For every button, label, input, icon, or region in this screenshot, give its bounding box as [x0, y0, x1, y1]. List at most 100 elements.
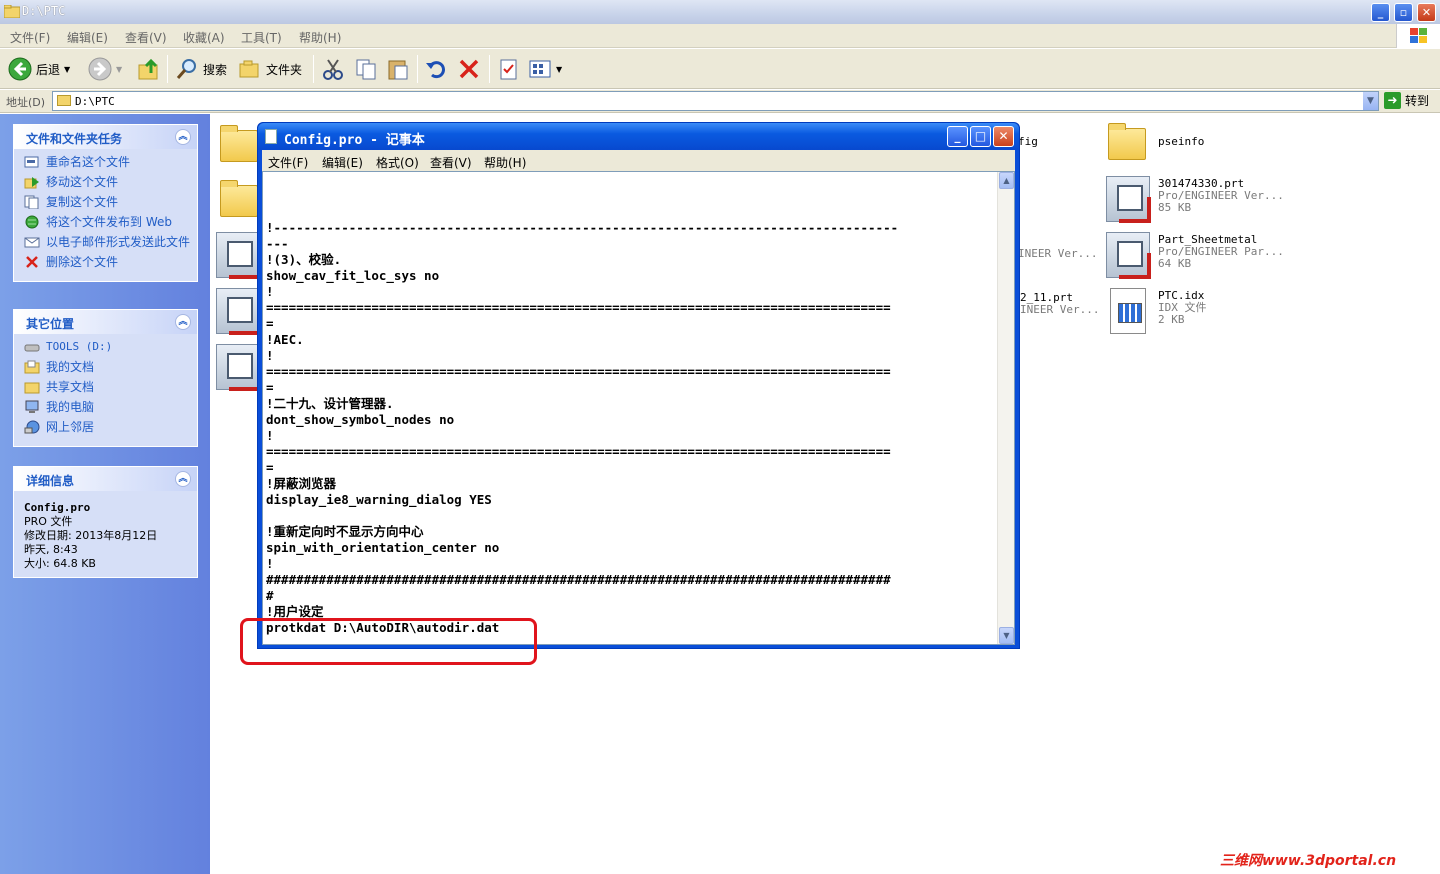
proe-part-icon — [214, 286, 262, 335]
delete-button[interactable] — [457, 55, 481, 83]
notepad-content: !---------------------------------------… — [266, 172, 996, 636]
place-network[interactable]: 网上邻居 — [24, 420, 197, 434]
place-my-documents[interactable]: 我的文档 — [24, 360, 197, 374]
file-item-part-sheetmetal[interactable]: Part_Sheetmetal Pro/ENGINEER Par... 64 KB — [1104, 230, 1284, 279]
copy-icon — [354, 57, 378, 81]
menu-file[interactable]: 文件(F) — [10, 29, 50, 46]
file-item-pseinfo[interactable]: pseinfo — [1104, 120, 1204, 168]
other-places-header[interactable]: 其它位置 ︽ — [14, 310, 197, 334]
properties-button[interactable] — [497, 55, 521, 83]
file-item[interactable] — [214, 286, 262, 335]
place-shared-documents[interactable]: 共享文档 — [24, 380, 197, 394]
scissors-icon — [321, 57, 345, 81]
menu-tools[interactable]: 工具(T) — [241, 29, 282, 46]
menu-favorites[interactable]: 收藏(A) — [183, 29, 225, 46]
go-button[interactable]: ➜ 转到 — [1384, 92, 1429, 109]
notepad-title-bar[interactable]: Config.pro - 记事本 _ □ ✕ — [258, 123, 1019, 150]
forward-button[interactable]: ▼ — [88, 55, 122, 83]
text-line: ########################################… — [266, 572, 891, 587]
notepad-close-button[interactable]: ✕ — [993, 126, 1014, 147]
chevron-down-icon[interactable]: ▼ — [1362, 92, 1378, 110]
file-item-partial[interactable]: 2_11.prt INEER Ver... — [1020, 288, 1099, 316]
close-button[interactable]: ✕ — [1417, 3, 1436, 22]
copy-button[interactable] — [354, 55, 378, 83]
menu-edit[interactable]: 编辑(E) — [67, 29, 108, 46]
scroll-up-arrow-icon[interactable]: ▲ — [999, 172, 1014, 189]
notepad-text-area[interactable]: !---------------------------------------… — [262, 171, 1015, 645]
collapse-icon[interactable]: ︽ — [175, 129, 191, 145]
task-label: 重命名这个文件 — [46, 155, 131, 169]
file-item-partial[interactable]: fig — [1018, 132, 1038, 148]
notepad-menu-help[interactable]: 帮助(H) — [484, 154, 526, 171]
minimize-button[interactable]: _ — [1371, 3, 1390, 22]
text-line: show_cav_fit_loc_sys no — [266, 268, 440, 283]
chevron-down-icon[interactable]: ▼ — [64, 65, 70, 74]
file-size: 85 KB — [1158, 201, 1192, 214]
address-value: D:\PTC — [75, 95, 115, 108]
task-email[interactable]: 以电子邮件形式发送此文件 — [24, 235, 197, 249]
collapse-icon[interactable]: ︽ — [175, 471, 191, 487]
folders-icon — [238, 57, 262, 81]
search-button[interactable]: 搜索 — [175, 55, 227, 83]
file-item[interactable] — [214, 230, 262, 279]
menu-help[interactable]: 帮助(H) — [299, 29, 341, 46]
task-copy[interactable]: 复制这个文件 — [24, 195, 197, 209]
other-places-title: 其它位置 — [26, 317, 75, 331]
notepad-maximize-button[interactable]: □ — [970, 126, 991, 147]
chevron-down-icon[interactable]: ▼ — [116, 65, 122, 74]
place-tools-drive[interactable]: TOOLS (D:) — [24, 340, 197, 354]
rename-icon — [24, 155, 40, 169]
text-line: # — [266, 588, 274, 603]
undo-button[interactable] — [424, 55, 448, 83]
chevron-down-icon[interactable]: ▼ — [556, 65, 562, 74]
file-tasks-panel: 文件和文件夹任务 ︽ 重命名这个文件 移动这个文件 复制这个文件 将这个文件发布… — [13, 124, 198, 282]
search-label: 搜索 — [203, 62, 228, 77]
text-line: !AEC. — [266, 332, 304, 347]
vertical-scrollbar[interactable]: ▲ ▼ — [997, 172, 1014, 644]
notepad-menu-format[interactable]: 格式(O) — [376, 154, 419, 171]
place-label: TOOLS (D:) — [46, 340, 113, 353]
explorer-toolbar: 后退 ▼ ▼ 搜索 文件夹 ▼ — [0, 49, 1440, 89]
notepad-window[interactable]: Config.pro - 记事本 _ □ ✕ 文件(F) 编辑(E) 格式(O)… — [257, 122, 1020, 649]
file-item[interactable] — [214, 342, 262, 391]
collapse-icon[interactable]: ︽ — [175, 314, 191, 330]
task-label: 移动这个文件 — [46, 175, 119, 189]
task-publish-web[interactable]: 将这个文件发布到 Web — [24, 215, 197, 229]
details-header[interactable]: 详细信息 ︽ — [14, 467, 197, 491]
up-folder-button[interactable] — [137, 55, 161, 83]
views-button[interactable]: ▼ — [528, 55, 562, 83]
menu-view[interactable]: 查看(V) — [125, 29, 167, 46]
file-item-301474330[interactable]: 301474330.prt Pro/ENGINEER Ver... 85 KB — [1104, 174, 1284, 223]
back-button[interactable]: 后退 ▼ — [8, 55, 70, 83]
text-line: !---------------------------------------… — [266, 220, 899, 235]
toolbar-separator — [417, 55, 418, 83]
my-computer-icon — [24, 400, 40, 414]
file-tasks-header[interactable]: 文件和文件夹任务 ︽ — [14, 125, 197, 149]
task-delete[interactable]: 删除这个文件 — [24, 255, 197, 269]
paste-button[interactable] — [386, 55, 410, 83]
back-label: 后退 — [36, 62, 61, 77]
folders-label: 文件夹 — [266, 62, 303, 77]
properties-icon — [497, 57, 521, 81]
task-move[interactable]: 移动这个文件 — [24, 175, 197, 189]
file-item-partial[interactable]: INEER Ver... — [1018, 244, 1097, 260]
folders-button[interactable]: 文件夹 — [238, 55, 302, 83]
notepad-menu-view[interactable]: 查看(V) — [430, 154, 472, 171]
toolbar-separator — [313, 55, 314, 83]
notepad-minimize-button[interactable]: _ — [947, 126, 968, 147]
file-size: 2 KB — [1158, 313, 1185, 326]
notepad-menu-edit[interactable]: 编辑(E) — [322, 154, 363, 171]
notepad-menu-file[interactable]: 文件(F) — [268, 154, 308, 171]
scroll-down-arrow-icon[interactable]: ▼ — [999, 627, 1014, 644]
address-input[interactable]: D:\PTC ▼ — [52, 91, 1379, 111]
file-size: 64 KB — [1158, 257, 1192, 270]
file-item-ptc-idx[interactable]: PTC.idx IDX 文件 2 KB — [1104, 286, 1207, 334]
explorer-title-bar[interactable]: D:\PTC _ ▫ ✕ — [0, 0, 1440, 24]
task-rename[interactable]: 重命名这个文件 — [24, 155, 197, 169]
cut-button[interactable] — [321, 55, 345, 83]
text-line — [266, 508, 996, 524]
folder-icon — [3, 4, 21, 19]
place-label: 我的文档 — [46, 360, 95, 374]
place-my-computer[interactable]: 我的电脑 — [24, 400, 197, 414]
restore-button[interactable]: ▫ — [1394, 3, 1413, 22]
